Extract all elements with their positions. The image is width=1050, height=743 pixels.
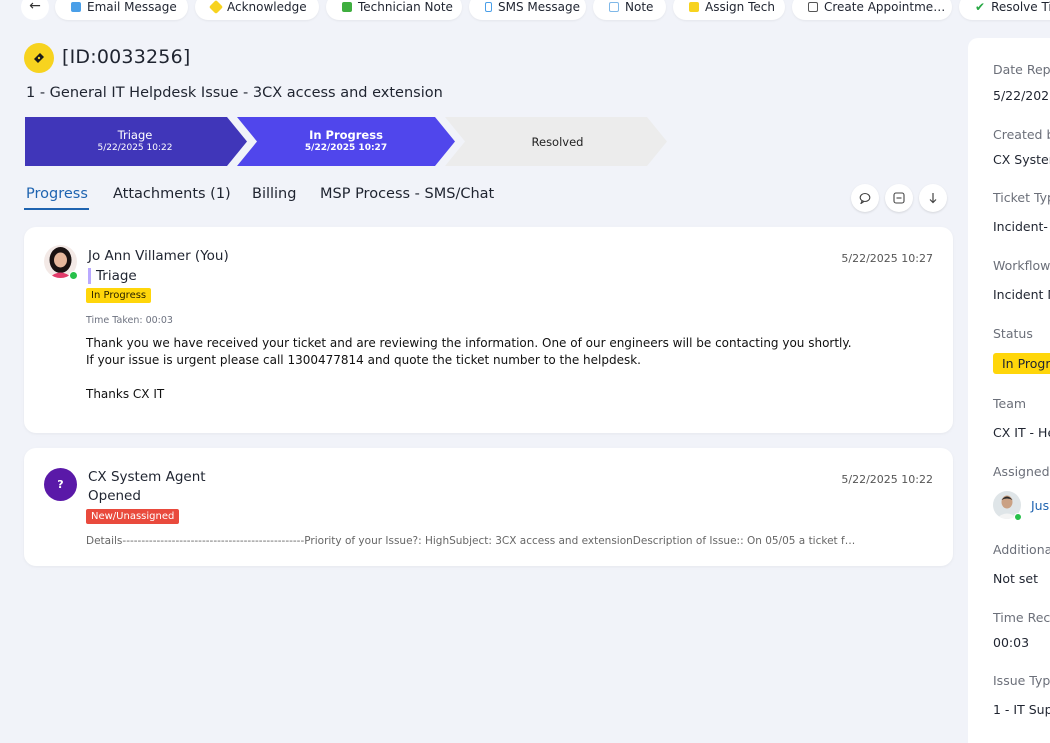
entry-date: 5/22/2025 10:27 [841, 252, 933, 265]
sort-down-button[interactable] [919, 184, 947, 212]
team-value[interactable]: CX IT - He [993, 425, 1050, 440]
technician-note-button[interactable]: Technician Note [326, 0, 462, 20]
ticket-id: [ID:0033256] [62, 46, 191, 68]
sticky-note-icon [689, 2, 699, 12]
progress-entry: Jo Ann Villamer (You) Triage In Progress… [24, 227, 953, 433]
issue-type-value[interactable]: 1 - IT Supp [993, 702, 1050, 717]
sms-message-button[interactable]: SMS Message [469, 0, 586, 20]
assign-tech-button[interactable]: Assign Tech [673, 0, 785, 20]
time-recorded-value: 00:03 [993, 635, 1030, 650]
collapse-icon [893, 192, 905, 204]
online-status-dot [1014, 513, 1022, 521]
tab-attachments[interactable]: Attachments (1) [113, 186, 231, 202]
workflow-value[interactable]: Incident M [993, 287, 1050, 302]
ticket-type-label: Ticket Typ [993, 190, 1050, 205]
created-by-value: CX System [993, 152, 1050, 167]
online-status-dot [69, 271, 78, 280]
status-badge: New/Unassigned [86, 509, 180, 524]
ticket-subject: 1 - General IT Helpdesk Issue - 3CX acce… [26, 85, 443, 101]
additional-value[interactable]: Not set [993, 571, 1038, 586]
step-triage[interactable]: Triage 5/22/2025 10:22 [25, 117, 245, 166]
ticket-icon [24, 43, 54, 73]
additional-label: Additiona [993, 542, 1050, 557]
status-value-badge[interactable]: In Progre [993, 353, 1050, 374]
resolve-ticket-button[interactable]: ✔Resolve Tic [959, 0, 1050, 20]
entry-message: Thank you we have received your ticket a… [86, 336, 852, 401]
entry-author: Jo Ann Villamer (You) [88, 248, 229, 264]
workflow-label: Workflow [993, 258, 1050, 273]
created-by-label: Created b [993, 127, 1050, 142]
date-reported-value: 5/22/2025 [993, 88, 1050, 103]
date-reported-label: Date Repo [993, 62, 1050, 77]
phone-icon [485, 2, 492, 12]
tag-icon [208, 0, 224, 15]
arrow-down-icon [929, 193, 937, 204]
status-label: Status [993, 326, 1033, 341]
note-icon [342, 2, 352, 12]
comment-button[interactable] [851, 184, 879, 212]
entry-date: 5/22/2025 10:22 [841, 473, 933, 486]
chat-bubble-icon [859, 192, 871, 204]
email-message-button[interactable]: Email Message [55, 0, 188, 20]
envelope-icon [71, 2, 81, 12]
step-resolved[interactable]: Resolved [455, 117, 660, 166]
team-label: Team [993, 396, 1027, 411]
note-button[interactable]: Note [593, 0, 666, 20]
step-in-progress[interactable]: In Progress 5/22/2025 10:27 [247, 117, 445, 166]
entry-phase: Opened [88, 488, 141, 504]
acknowledge-button[interactable]: Acknowledge [195, 0, 319, 20]
tab-msp-process[interactable]: MSP Process - SMS/Chat [320, 186, 494, 202]
active-tab-indicator [24, 208, 89, 210]
pencil-icon [609, 2, 619, 12]
action-toolbar: Email Message Acknowledge Technician Not… [0, 0, 1050, 20]
system-agent-avatar: ? [44, 468, 77, 501]
workflow-stepper: Triage 5/22/2025 10:22 In Progress 5/22/… [25, 117, 675, 166]
create-appointment-button[interactable]: Create Appointme… [792, 0, 952, 20]
tab-billing[interactable]: Billing [252, 186, 296, 202]
tab-progress[interactable]: Progress [26, 186, 88, 202]
progress-entry: ? CX System Agent Opened New/Unassigned … [24, 448, 953, 566]
time-taken: Time Taken: 00:03 [86, 315, 173, 326]
assignee-link[interactable]: Jus [1031, 498, 1049, 513]
ticket-details-panel: Date Repo 5/22/2025 Created b CX System … [968, 38, 1050, 743]
time-recorded-label: Time Reco [993, 610, 1050, 625]
entry-phase: Triage [88, 268, 137, 284]
status-badge: In Progress [86, 288, 152, 303]
issue-type-label: Issue Type [993, 673, 1050, 688]
entry-details: Details---------------------------------… [86, 535, 856, 547]
ticket-type-value[interactable]: Incident- [993, 219, 1048, 234]
check-icon: ✔ [975, 0, 986, 14]
collapse-button[interactable] [885, 184, 913, 212]
assigned-label: Assigned [993, 464, 1050, 479]
entry-author: CX System Agent [88, 469, 206, 485]
calendar-icon [808, 2, 818, 12]
